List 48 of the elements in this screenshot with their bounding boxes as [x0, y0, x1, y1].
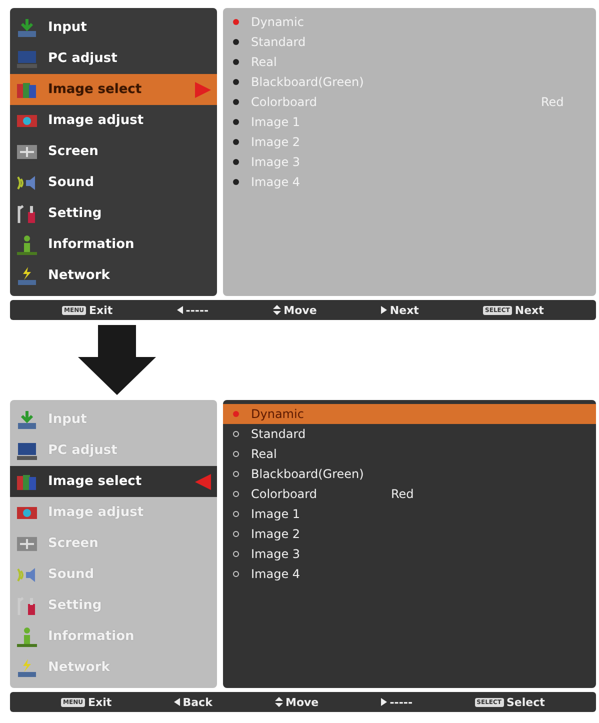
menu-item[interactable]: Image adjust [10, 105, 217, 136]
menu-item[interactable]: Screen [10, 136, 217, 167]
menu-item-icon [16, 18, 38, 38]
submenu-item[interactable]: Image 3 [223, 544, 596, 564]
menu-item[interactable]: Image select [10, 466, 217, 497]
footer-label: Next [390, 304, 419, 316]
right-arrow-icon [195, 82, 211, 98]
submenu-item[interactable]: Image 2 [223, 524, 596, 544]
left-arrow-icon [195, 474, 211, 490]
menu-item-icon [16, 48, 38, 68]
submenu-item[interactable]: Blackboard(Green) [223, 464, 596, 484]
menu-item[interactable]: Network [10, 260, 217, 291]
footer-label: Back [182, 696, 212, 708]
down-arrow-icon [78, 325, 156, 395]
right-arrow-icon [380, 698, 387, 706]
menu-item-icon [16, 410, 38, 430]
submenu-item[interactable]: Image 1 [223, 504, 596, 524]
left-arrow-icon [176, 306, 183, 314]
footer-label: Move [284, 304, 317, 316]
menu-item[interactable]: Setting [10, 198, 217, 229]
menu-item[interactable]: Input [10, 12, 217, 43]
menu-item-icon [16, 204, 38, 224]
menu-item[interactable]: Image select [10, 74, 217, 105]
menu-item[interactable]: Sound [10, 167, 217, 198]
footer-label: ----- [390, 696, 413, 708]
footer-label: ----- [186, 304, 209, 316]
footer-label: Next [514, 304, 544, 316]
submenu-item[interactable]: Dynamic [223, 404, 596, 424]
menu-item-icon [16, 658, 38, 678]
menu-item-icon [16, 596, 38, 616]
menu-item-icon [16, 626, 38, 646]
footer-label: Exit [89, 304, 113, 316]
menu-item-icon [16, 266, 38, 286]
submenu-item[interactable]: Standard [223, 424, 596, 444]
menu-item[interactable]: PC adjust [10, 43, 217, 74]
submenu-item[interactable]: Real [223, 444, 596, 464]
footer-label: Move [286, 696, 319, 708]
submenu-item[interactable]: Image 4 [223, 564, 596, 584]
up-down-arrow-icon [274, 697, 282, 707]
left-arrow-icon [174, 698, 180, 706]
submenu-item[interactable]: Colorboard Red [223, 484, 596, 504]
footer-label: Select [506, 696, 545, 708]
footer-label: Exit [88, 696, 112, 708]
up-down-arrow-icon [272, 305, 281, 315]
right-arrow-icon [380, 306, 387, 314]
menu-item-icon [16, 440, 38, 460]
menu-item[interactable]: Information [10, 229, 217, 260]
menu-item-icon [16, 234, 38, 254]
